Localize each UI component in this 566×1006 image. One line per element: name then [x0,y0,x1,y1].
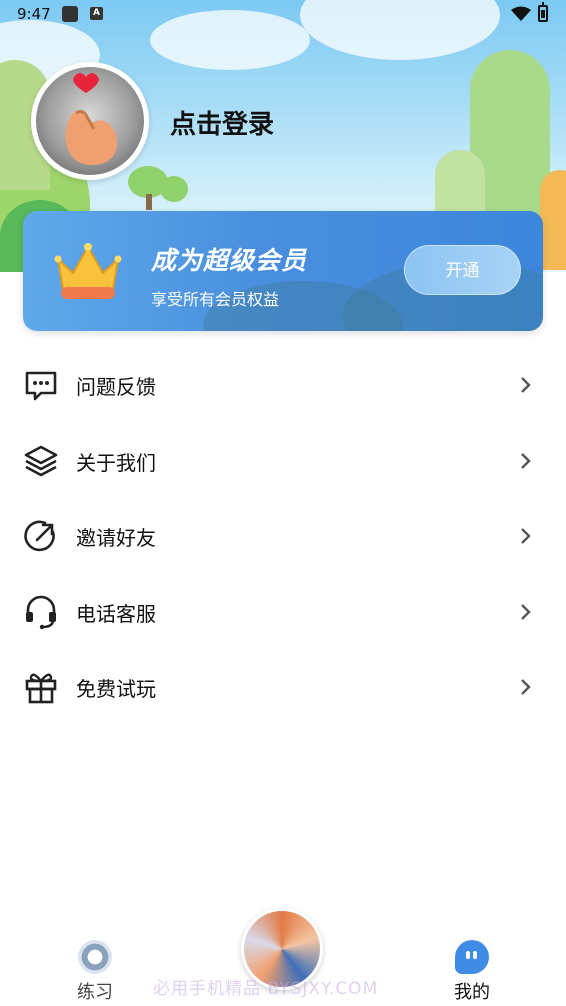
menu-item-invite[interactable]: 邀请好友 [0,498,566,574]
settings-menu: 问题反馈 关于我们 邀请好友 电话客服 免费试玩 [0,347,566,725]
menu-item-label: 电话客服 [76,601,156,626]
crown-icon [54,243,122,299]
status-time: 9:47 [17,5,51,23]
menu-item-about[interactable]: 关于我们 [0,423,566,499]
headset-icon [26,595,56,629]
tab-mine-label: 我的 [454,982,490,1003]
avatar[interactable] [31,62,149,180]
vip-subtitle: 享受所有会员权益 [151,290,280,309]
menu-item-phone-support[interactable]: 电话客服 [0,574,566,650]
gift-icon [25,673,57,704]
watermark: 必用手机精品 BYSJXY.COM [153,979,379,999]
chevron-right-icon [521,377,531,393]
chevron-right-icon [521,603,531,620]
battery-icon [538,2,548,22]
chevron-right-icon [521,452,531,469]
mine-icon [455,940,489,974]
notification-icon [62,6,78,22]
finger-heart-icon [65,73,118,165]
wifi-icon [511,6,531,21]
vip-banner[interactable]: 成为超级会员 享受所有会员权益 开通 [23,211,543,331]
login-prompt[interactable]: 点击登录 [170,104,274,141]
bottom-nav: 练习 我的 必用手机精品 BYSJXY.COM [0,908,566,1006]
accessibility-icon: A [90,7,103,20]
chevron-right-icon [521,528,531,544]
open-vip-button[interactable]: 开通 [404,245,521,295]
menu-item-feedback[interactable]: 问题反馈 [0,347,566,423]
menu-item-label: 免费试玩 [76,677,156,701]
vip-title: 成为超级会员 [151,246,308,275]
tab-practice-label: 练习 [77,982,113,1003]
menu-item-label: 邀请好友 [76,526,156,550]
tab-practice[interactable]: 练习 [70,940,120,1004]
status-bar: 9:47 A [0,0,566,30]
tab-mine[interactable]: 我的 [447,940,497,1004]
menu-item-label: 关于我们 [76,450,156,475]
menu-item-label: 问题反馈 [76,375,156,399]
chat-bubble-icon [25,371,57,401]
practice-icon [78,940,112,974]
layers-icon [24,445,58,476]
menu-item-free-trial[interactable]: 免费试玩 [0,649,566,725]
share-arrow-icon [24,520,55,552]
chevron-right-icon [521,679,531,695]
